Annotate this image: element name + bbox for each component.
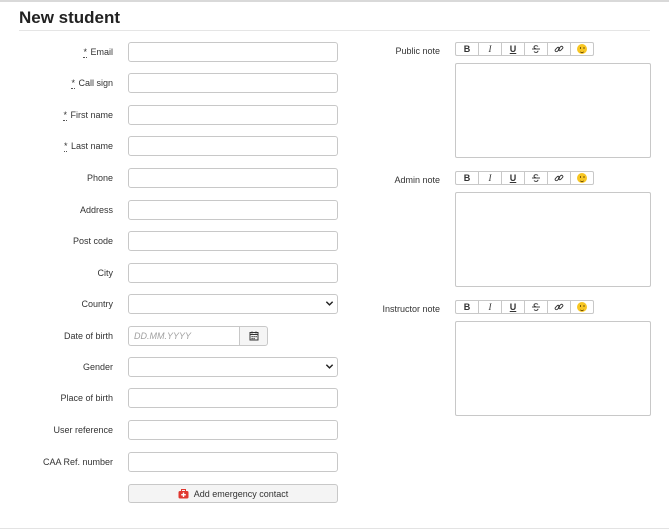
link-button[interactable] <box>547 300 571 314</box>
emoji-icon <box>577 302 587 312</box>
call-sign-label: * Call sign <box>71 78 113 89</box>
last-name-label: * Last name <box>63 141 113 152</box>
bold-button[interactable]: B <box>455 300 479 314</box>
email-label: * Email <box>83 47 113 58</box>
instructor-note-toolbar: B I U <box>455 300 594 314</box>
post-code-input[interactable] <box>128 231 338 251</box>
strikethrough-button[interactable] <box>524 42 548 56</box>
emoji-icon <box>577 173 587 183</box>
admin-note-label: Admin note <box>394 175 440 185</box>
country-label: Country <box>81 299 113 309</box>
date-of-birth-label: Date of birth <box>63 331 113 341</box>
gender-select[interactable] <box>128 357 338 377</box>
admin-note-textarea[interactable] <box>455 192 651 287</box>
first-aid-kit-icon <box>178 488 189 498</box>
underline-button[interactable]: U <box>501 42 525 56</box>
chevron-down-icon <box>325 364 334 369</box>
emoji-button[interactable] <box>570 300 594 314</box>
place-of-birth-input[interactable] <box>128 388 338 408</box>
title-divider <box>19 30 650 31</box>
address-input[interactable] <box>128 200 338 220</box>
address-label: Address <box>79 205 113 215</box>
first-name-label: * First name <box>63 110 113 121</box>
strikethrough-button[interactable] <box>524 300 548 314</box>
required-marker: * <box>63 141 68 152</box>
caa-ref-number-label: CAA Ref. number <box>42 457 113 467</box>
bottom-divider <box>0 528 669 529</box>
strikethrough-icon <box>532 174 540 182</box>
link-button[interactable] <box>547 171 571 185</box>
public-note-label: Public note <box>395 46 440 56</box>
add-emergency-contact-label: Add emergency contact <box>193 488 289 499</box>
instructor-note-label: Instructor note <box>382 304 440 314</box>
page-title: New student <box>19 8 121 27</box>
bold-button[interactable]: B <box>455 42 479 56</box>
top-border <box>0 0 669 2</box>
user-reference-label: User reference <box>53 425 113 435</box>
underline-button[interactable]: U <box>501 171 525 185</box>
emoji-icon <box>577 44 587 54</box>
italic-button[interactable]: I <box>478 42 502 56</box>
add-emergency-contact-button[interactable]: Add emergency contact <box>128 484 338 503</box>
admin-note-toolbar: B I U <box>455 171 594 185</box>
gender-label: Gender <box>82 362 113 372</box>
link-button[interactable] <box>547 42 571 56</box>
call-sign-input[interactable] <box>128 73 338 93</box>
underline-button[interactable]: U <box>501 300 525 314</box>
required-marker: * <box>71 78 75 89</box>
city-label: City <box>97 268 114 278</box>
strikethrough-icon <box>532 303 540 311</box>
last-name-input[interactable] <box>128 136 338 156</box>
instructor-note-textarea[interactable] <box>455 321 651 416</box>
strikethrough-icon <box>532 45 540 53</box>
caa-ref-number-input[interactable] <box>128 452 338 472</box>
date-of-birth-input[interactable] <box>128 326 239 346</box>
emoji-button[interactable] <box>570 42 594 56</box>
link-icon <box>554 303 564 311</box>
strikethrough-button[interactable] <box>524 171 548 185</box>
phone-label: Phone <box>86 173 113 183</box>
first-name-input[interactable] <box>128 105 338 125</box>
post-code-label: Post code <box>72 236 113 246</box>
place-of-birth-label: Place of birth <box>60 393 113 403</box>
link-icon <box>554 45 564 53</box>
italic-button[interactable]: I <box>478 171 502 185</box>
calendar-icon <box>249 331 258 341</box>
public-note-toolbar: B I U <box>455 42 594 56</box>
date-picker-button[interactable] <box>239 326 268 346</box>
bold-button[interactable]: B <box>455 171 479 185</box>
required-marker: * <box>83 47 87 58</box>
city-input[interactable] <box>128 263 338 283</box>
public-note-textarea[interactable] <box>455 63 651 158</box>
emoji-button[interactable] <box>570 171 594 185</box>
link-icon <box>554 174 564 182</box>
italic-button[interactable]: I <box>478 300 502 314</box>
required-marker: * <box>63 110 67 121</box>
user-reference-input[interactable] <box>128 420 338 440</box>
